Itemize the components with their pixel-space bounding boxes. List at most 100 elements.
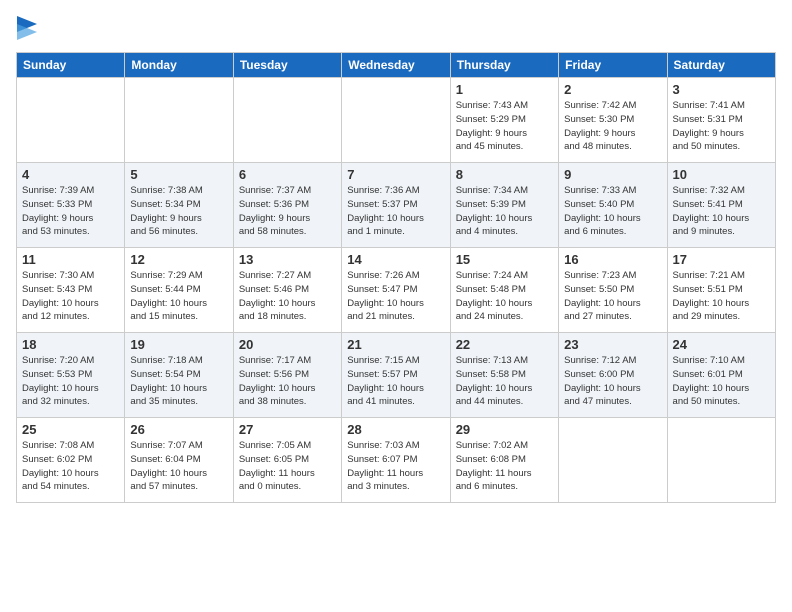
cell-info: Sunrise: 7:24 AM Sunset: 5:48 PM Dayligh… (456, 269, 553, 324)
calendar-cell: 24 Sunrise: 7:10 AM Sunset: 6:01 PM Dayli… (667, 333, 775, 418)
cell-info: Sunrise: 7:07 AM Sunset: 6:04 PM Dayligh… (130, 439, 227, 494)
header (16, 16, 776, 40)
calendar-week-3: 11 Sunrise: 7:30 AM Sunset: 5:43 PM Dayli… (17, 248, 776, 333)
calendar-cell: 12Sunrise: 7:29 AM Sunset: 5:44 PM Dayli… (125, 248, 233, 333)
cell-info: Sunrise: 7:20 AM Sunset: 5:53 PM Dayligh… (22, 354, 119, 409)
day-number: 17 (673, 252, 770, 267)
day-number: 18 (22, 337, 119, 352)
day-number: 1 (456, 82, 553, 97)
calendar-cell: 27 Sunrise: 7:05 AM Sunset: 6:05 PM Dayli… (233, 418, 341, 503)
calendar-cell: 4Sunrise: 7:39 AM Sunset: 5:33 PM Daylig… (17, 163, 125, 248)
day-number: 8 (456, 167, 553, 182)
day-number: 24 (673, 337, 770, 352)
day-number: 11 (22, 252, 119, 267)
calendar-week-5: 25Sunrise: 7:08 AM Sunset: 6:02 PM Dayli… (17, 418, 776, 503)
cell-info: Sunrise: 7:15 AM Sunset: 5:57 PM Dayligh… (347, 354, 444, 409)
day-number: 3 (673, 82, 770, 97)
cell-info: Sunrise: 7:32 AM Sunset: 5:41 PM Dayligh… (673, 184, 770, 239)
calendar-body: 1 Sunrise: 7:43 AM Sunset: 5:29 PM Daylig… (17, 78, 776, 503)
calendar-cell: 5 Sunrise: 7:38 AM Sunset: 5:34 PM Daylig… (125, 163, 233, 248)
calendar-cell: 1 Sunrise: 7:43 AM Sunset: 5:29 PM Daylig… (450, 78, 558, 163)
calendar-cell (233, 78, 341, 163)
logo (16, 16, 38, 40)
day-number: 13 (239, 252, 336, 267)
day-number: 27 (239, 422, 336, 437)
cell-info: Sunrise: 7:26 AM Sunset: 5:47 PM Dayligh… (347, 269, 444, 324)
calendar-cell: 25Sunrise: 7:08 AM Sunset: 6:02 PM Dayli… (17, 418, 125, 503)
calendar-cell: 29 Sunrise: 7:02 AM Sunset: 6:08 PM Dayli… (450, 418, 558, 503)
day-number: 7 (347, 167, 444, 182)
cell-info: Sunrise: 7:36 AM Sunset: 5:37 PM Dayligh… (347, 184, 444, 239)
calendar-cell: 8 Sunrise: 7:34 AM Sunset: 5:39 PM Daylig… (450, 163, 558, 248)
cell-info: Sunrise: 7:37 AM Sunset: 5:36 PM Dayligh… (239, 184, 336, 239)
calendar-cell: 14 Sunrise: 7:26 AM Sunset: 5:47 PM Dayli… (342, 248, 450, 333)
day-number: 22 (456, 337, 553, 352)
calendar-cell: 17 Sunrise: 7:21 AM Sunset: 5:51 PM Dayli… (667, 248, 775, 333)
day-number: 21 (347, 337, 444, 352)
day-number: 26 (130, 422, 227, 437)
calendar-cell (667, 418, 775, 503)
calendar-cell: 3 Sunrise: 7:41 AM Sunset: 5:31 PM Daylig… (667, 78, 775, 163)
day-header-tuesday: Tuesday (233, 53, 341, 78)
cell-info: Sunrise: 7:08 AM Sunset: 6:02 PM Dayligh… (22, 439, 119, 494)
calendar-week-2: 4Sunrise: 7:39 AM Sunset: 5:33 PM Daylig… (17, 163, 776, 248)
day-number: 29 (456, 422, 553, 437)
cell-info: Sunrise: 7:33 AM Sunset: 5:40 PM Dayligh… (564, 184, 661, 239)
calendar-cell: 6 Sunrise: 7:37 AM Sunset: 5:36 PM Daylig… (233, 163, 341, 248)
calendar-cell: 22Sunrise: 7:13 AM Sunset: 5:58 PM Dayli… (450, 333, 558, 418)
day-number: 15 (456, 252, 553, 267)
calendar-cell: 10 Sunrise: 7:32 AM Sunset: 5:41 PM Dayli… (667, 163, 775, 248)
day-number: 28 (347, 422, 444, 437)
cell-info: Sunrise: 7:34 AM Sunset: 5:39 PM Dayligh… (456, 184, 553, 239)
cell-info: Sunrise: 7:23 AM Sunset: 5:50 PM Dayligh… (564, 269, 661, 324)
day-number: 5 (130, 167, 227, 182)
day-header-friday: Friday (559, 53, 667, 78)
calendar-cell: 15 Sunrise: 7:24 AM Sunset: 5:48 PM Dayli… (450, 248, 558, 333)
calendar-cell: 21 Sunrise: 7:15 AM Sunset: 5:57 PM Dayli… (342, 333, 450, 418)
day-number: 14 (347, 252, 444, 267)
cell-info: Sunrise: 7:12 AM Sunset: 6:00 PM Dayligh… (564, 354, 661, 409)
day-number: 20 (239, 337, 336, 352)
day-number: 16 (564, 252, 661, 267)
cell-info: Sunrise: 7:43 AM Sunset: 5:29 PM Dayligh… (456, 99, 553, 154)
cell-info: Sunrise: 7:29 AM Sunset: 5:44 PM Dayligh… (130, 269, 227, 324)
cell-info: Sunrise: 7:41 AM Sunset: 5:31 PM Dayligh… (673, 99, 770, 154)
calendar-cell: 19 Sunrise: 7:18 AM Sunset: 5:54 PM Dayli… (125, 333, 233, 418)
calendar-cell: 7 Sunrise: 7:36 AM Sunset: 5:37 PM Daylig… (342, 163, 450, 248)
calendar-cell: 13Sunrise: 7:27 AM Sunset: 5:46 PM Dayli… (233, 248, 341, 333)
day-number: 9 (564, 167, 661, 182)
day-header-saturday: Saturday (667, 53, 775, 78)
cell-info: Sunrise: 7:05 AM Sunset: 6:05 PM Dayligh… (239, 439, 336, 494)
day-number: 10 (673, 167, 770, 182)
cell-info: Sunrise: 7:10 AM Sunset: 6:01 PM Dayligh… (673, 354, 770, 409)
calendar-cell (342, 78, 450, 163)
calendar-table: SundayMondayTuesdayWednesdayThursdayFrid… (16, 52, 776, 503)
day-header-sunday: Sunday (17, 53, 125, 78)
cell-info: Sunrise: 7:30 AM Sunset: 5:43 PM Dayligh… (22, 269, 119, 324)
cell-info: Sunrise: 7:03 AM Sunset: 6:07 PM Dayligh… (347, 439, 444, 494)
day-header-monday: Monday (125, 53, 233, 78)
calendar-week-4: 18 Sunrise: 7:20 AM Sunset: 5:53 PM Dayli… (17, 333, 776, 418)
calendar-cell: 26 Sunrise: 7:07 AM Sunset: 6:04 PM Dayli… (125, 418, 233, 503)
cell-info: Sunrise: 7:17 AM Sunset: 5:56 PM Dayligh… (239, 354, 336, 409)
cell-info: Sunrise: 7:39 AM Sunset: 5:33 PM Dayligh… (22, 184, 119, 239)
day-header-thursday: Thursday (450, 53, 558, 78)
calendar-cell: 11 Sunrise: 7:30 AM Sunset: 5:43 PM Dayli… (17, 248, 125, 333)
calendar-header-row: SundayMondayTuesdayWednesdayThursdayFrid… (17, 53, 776, 78)
cell-info: Sunrise: 7:38 AM Sunset: 5:34 PM Dayligh… (130, 184, 227, 239)
calendar-week-1: 1 Sunrise: 7:43 AM Sunset: 5:29 PM Daylig… (17, 78, 776, 163)
calendar-cell: 2Sunrise: 7:42 AM Sunset: 5:30 PM Daylig… (559, 78, 667, 163)
calendar-cell: 23Sunrise: 7:12 AM Sunset: 6:00 PM Dayli… (559, 333, 667, 418)
cell-info: Sunrise: 7:02 AM Sunset: 6:08 PM Dayligh… (456, 439, 553, 494)
day-number: 6 (239, 167, 336, 182)
calendar-cell (125, 78, 233, 163)
calendar-cell: 9 Sunrise: 7:33 AM Sunset: 5:40 PM Daylig… (559, 163, 667, 248)
cell-info: Sunrise: 7:21 AM Sunset: 5:51 PM Dayligh… (673, 269, 770, 324)
calendar-cell (17, 78, 125, 163)
day-header-wednesday: Wednesday (342, 53, 450, 78)
logo-icon (17, 16, 37, 40)
calendar-cell: 28 Sunrise: 7:03 AM Sunset: 6:07 PM Dayli… (342, 418, 450, 503)
cell-info: Sunrise: 7:18 AM Sunset: 5:54 PM Dayligh… (130, 354, 227, 409)
day-number: 19 (130, 337, 227, 352)
calendar-cell: 16 Sunrise: 7:23 AM Sunset: 5:50 PM Dayli… (559, 248, 667, 333)
